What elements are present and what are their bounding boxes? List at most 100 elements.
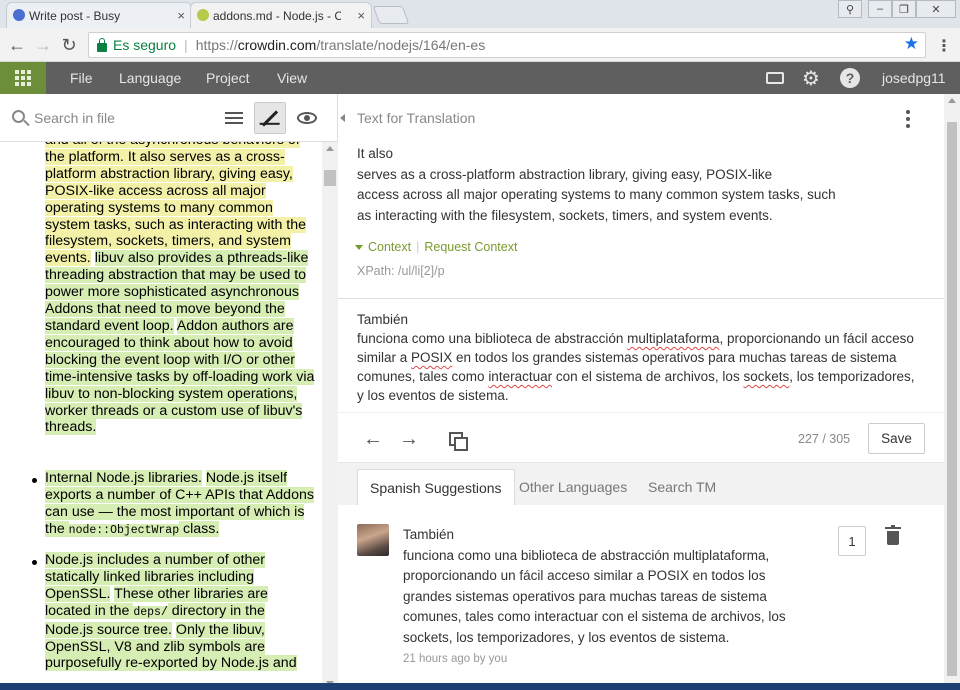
suggestion-line: sockets, los temporizadores, y los event…: [403, 629, 730, 645]
translation-segment: funciona como una biblioteca de abstracc…: [357, 331, 628, 346]
collapse-left-icon[interactable]: [340, 114, 345, 122]
right-scrollbar[interactable]: [944, 94, 960, 690]
search-icon: [12, 110, 25, 123]
secure-label: Es seguro: [113, 37, 177, 53]
lock-icon: [97, 37, 107, 52]
doc-code-span: deps/: [133, 605, 168, 619]
forward-button[interactable]: →: [32, 34, 54, 56]
list-icon: [225, 109, 243, 127]
trash-icon[interactable]: [885, 525, 901, 545]
doc-paragraph: Internal Node.js libraries. Node.js itse…: [45, 470, 315, 540]
list-view-button[interactable]: [218, 102, 250, 134]
file-search-row: [0, 94, 338, 142]
new-tab-button[interactable]: [372, 6, 410, 24]
restore-button[interactable]: ❐: [892, 0, 916, 18]
os-taskbar: [0, 683, 960, 690]
bookmark-star-icon[interactable]: ★: [904, 34, 919, 54]
doc-segment[interactable]: Internal Node.js libraries.: [45, 470, 202, 486]
close-window-button[interactable]: ✕: [916, 0, 956, 18]
search-input[interactable]: [34, 108, 204, 128]
user-menu[interactable]: josedpg11: [882, 70, 946, 86]
url-path: /translate/nodejs/164/en-es: [316, 37, 486, 53]
divider: [338, 298, 944, 299]
suggestion-item[interactable]: También funciona como una biblioteca de …: [338, 505, 944, 690]
doc-segment[interactable]: It also serves as a cross-platform abstr…: [45, 148, 307, 267]
more-options-icon[interactable]: [906, 110, 910, 131]
doc-code-span: node::ObjectWrap: [68, 523, 180, 537]
browser-tab-addons[interactable]: addons.md - Node.js - Cr ×: [190, 2, 372, 28]
misspelled-word: POSIX: [411, 350, 453, 365]
translation-textarea[interactable]: También funciona como una biblioteca de a…: [357, 310, 917, 405]
source-line: It also: [357, 146, 394, 161]
scroll-thumb[interactable]: [947, 122, 957, 676]
doc-paragraph: Node.js includes a number of other stati…: [45, 552, 315, 672]
misspelled-word: sockets: [743, 369, 790, 384]
source-string: It also serves as a cross-platform abstr…: [357, 144, 857, 226]
help-icon[interactable]: ?: [840, 68, 860, 88]
tab-search-tm[interactable]: Search TM: [636, 469, 728, 505]
next-string-button[interactable]: →: [397, 428, 421, 450]
menu-view[interactable]: View: [277, 70, 307, 86]
save-button[interactable]: Save: [868, 423, 925, 454]
suggestion-text[interactable]: También funciona como una biblioteca de …: [403, 525, 823, 649]
keyboard-icon[interactable]: [766, 72, 784, 84]
edit-view-button[interactable]: [254, 102, 286, 134]
avatar: [357, 524, 389, 556]
tab-title: Write post - Busy: [29, 8, 121, 23]
suggestion-tabs: Spanish Suggestions Other Languages Sear…: [338, 463, 944, 505]
preview-view-button[interactable]: [291, 102, 323, 134]
xpath-label: XPath: /ul/li[2]/p: [357, 264, 445, 278]
source-file-pane: and all of the asynchronous behaviors of…: [0, 94, 338, 690]
back-button[interactable]: ←: [6, 34, 28, 56]
address-bar[interactable]: Es seguro | https://crowdin.com/translat…: [88, 32, 926, 58]
scroll-up-icon[interactable]: [326, 146, 334, 151]
document-preview: and all of the asynchronous behaviors of…: [0, 142, 322, 690]
doc-segment[interactable]: Addon authors are encouraged to think ab…: [45, 317, 315, 436]
request-context-link[interactable]: Request Context: [424, 240, 517, 254]
divider: [338, 412, 944, 413]
grid-icon: [15, 70, 31, 86]
close-icon[interactable]: ×: [357, 8, 365, 23]
gear-icon[interactable]: ⚙: [802, 66, 820, 91]
previous-string-button[interactable]: ←: [361, 428, 385, 450]
translation-segment: con el sistema de archivos, los: [552, 369, 744, 384]
eye-icon: [297, 112, 317, 124]
address-toolbar: ← → ↻ Es seguro | https://crowdin.com/tr…: [0, 28, 960, 62]
panel-title: Text for Translation: [357, 110, 476, 126]
scroll-up-icon[interactable]: [948, 98, 956, 103]
tab-spanish-suggestions[interactable]: Spanish Suggestions: [357, 469, 515, 505]
reload-button[interactable]: ↻: [58, 34, 80, 56]
source-line: access across all major operating system…: [357, 187, 836, 202]
translation-pane: Text for Translation It also serves as a…: [338, 94, 960, 690]
minimize-button[interactable]: –: [868, 0, 892, 18]
separator: |: [416, 240, 420, 254]
misspelled-word: interactuar: [488, 369, 553, 384]
app-navbar: File Language Project View ⚙ ? josedpg11: [0, 62, 960, 94]
misspelled-word: multiplataforma: [627, 331, 720, 346]
copy-icon: [449, 432, 468, 451]
doc-paragraph: and all of the asynchronous behaviors of…: [45, 142, 315, 436]
separator: |: [184, 37, 188, 53]
tab-other-languages[interactable]: Other Languages: [507, 469, 639, 505]
context-toggle[interactable]: Context: [368, 240, 411, 254]
menu-file[interactable]: File: [70, 70, 93, 86]
menu-project[interactable]: Project: [206, 70, 250, 86]
browser-tab-write-post[interactable]: Write post - Busy ×: [6, 2, 192, 28]
scroll-thumb[interactable]: [324, 170, 336, 186]
vote-count-button[interactable]: 1: [838, 526, 866, 556]
copy-source-button[interactable]: [444, 428, 468, 451]
suggestion-line: proporcionando un fácil acceso similar a…: [403, 568, 766, 584]
suggestion-line: funciona como una biblioteca de abstracc…: [403, 547, 770, 563]
url-scheme: https://: [195, 37, 238, 53]
browser-menu-icon[interactable]: ⋮: [936, 36, 952, 56]
close-icon[interactable]: ×: [177, 8, 185, 23]
menu-language[interactable]: Language: [119, 70, 181, 86]
suggestion-meta: 21 hours ago by you: [403, 653, 508, 665]
suggestion-line: comunes, tales como interactuar con el s…: [403, 609, 786, 625]
profile-icon[interactable]: ⚲: [838, 0, 862, 18]
doc-scrollbar[interactable]: [322, 142, 338, 690]
busy-favicon-icon: [13, 9, 25, 21]
source-line: as interacting with the filesystem, sock…: [357, 207, 773, 223]
doc-segment[interactable]: class.: [179, 520, 220, 537]
apps-grid-button[interactable]: [0, 62, 46, 94]
